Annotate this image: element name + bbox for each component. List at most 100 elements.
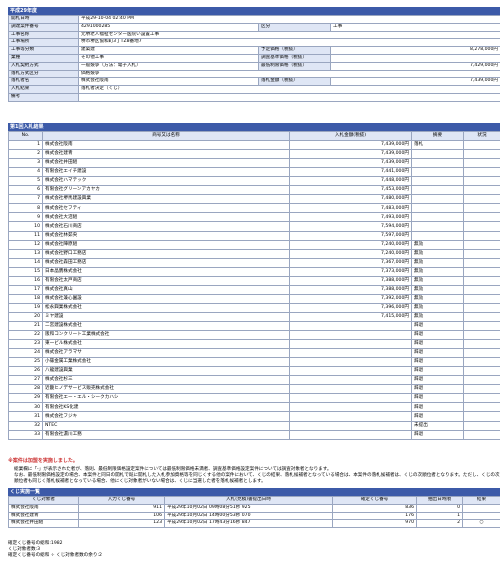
case-field-label: 業種 (8, 53, 79, 63)
case-field-label: 区分 (258, 22, 331, 32)
bid-number: 18 (8, 293, 43, 304)
bid-number: 16 (8, 275, 43, 286)
case-field-label: 調達案件番号 (8, 22, 79, 32)
bid-row: 11 株式会社林茹央 7,597,000円 (8, 230, 500, 241)
bid-row: 17 株式会社真山 7,388,000円 無効 (8, 284, 500, 295)
bid-status (463, 266, 500, 277)
case-field-value: 8,278,000円 (330, 46, 500, 55)
bid-row: 31 株式会社フジキ 辞退 (8, 411, 500, 422)
bid-row: 22 阪和コンクリート工業株式会社 辞退 (8, 330, 500, 341)
bid-status (463, 366, 500, 377)
lottery-column-header: 確定くじ番号 (332, 496, 417, 505)
lottery-row: 株式会社井田組 123 平成29年10月02日 17時43分16秒 847 970 2 ○ (8, 519, 500, 529)
bid-row: 12 株式会社陣原組 7,240,000円 無効 (8, 239, 500, 250)
bid-number: 30 (8, 402, 43, 413)
bid-status (463, 348, 500, 359)
bidder-name: 小篠金属工業株式会社 (42, 357, 290, 368)
bid-number: 1 (8, 140, 43, 151)
case-field-value: 4291000285 (78, 22, 259, 32)
bid-amount: 7,240,000円 (289, 248, 412, 259)
bid-status (463, 384, 500, 395)
bid-status (463, 330, 500, 341)
lottery-table: くじ対象者 入力くじ番号 入札(見積)書提出日時 確定くじ番号 抽出日時順 結果 株式会社… (8, 496, 500, 529)
bidder-name: 株式会社ハマテック (42, 176, 290, 187)
case-info-table: 開札日時 平成29-10-04 02:40 PM 調達案件番号 4291000285 区… (8, 15, 500, 102)
case-field-label: 落札金額（税抜） (258, 77, 331, 87)
bid-note (411, 185, 464, 196)
bid-row: 5 株式会社ハマテック 7,448,000円 (8, 176, 500, 187)
case-field-label: 工事名称 (8, 30, 79, 40)
bid-note: 無効 (411, 248, 464, 259)
bid-number: 25 (8, 357, 43, 368)
lottery-result (462, 503, 500, 513)
bid-amount (289, 375, 412, 386)
bid-number: 19 (8, 302, 43, 313)
case-info-row: 落札者名 株式会社阪南 落札金額（税抜） 7,439,000円 (8, 77, 500, 87)
case-field-value: その他工事 (78, 53, 259, 63)
bid-amount: 7,493,000円 (289, 212, 412, 223)
bid-amount: 7,240,000円 (289, 239, 412, 250)
bidder-name: 株式会社セフティ (42, 203, 290, 214)
bid-row: 23 東一ビル株式会社 辞退 (8, 339, 500, 350)
bid-note (411, 176, 464, 187)
bid-row: 2 株式会社建青 7,439,000円 (8, 149, 500, 160)
lottery-order: 2 (416, 519, 463, 529)
bidder-name: 株式会社アラマサ (42, 348, 290, 359)
case-field-value: 落札者決定（くじ） (78, 85, 500, 94)
bid-number: 33 (8, 429, 43, 440)
bidder-name: 有限会社濃川工務 (42, 429, 290, 440)
bid-row: 3 株式会社井田組 7,439,000円 (8, 158, 500, 169)
notes-block: ※案件は加盟を実施しました。 総業欄に「-」が表示された者が、落則、最低制限価格… (8, 457, 500, 486)
lottery-column-header: 抽出日時順 (416, 496, 463, 505)
bid-number: 17 (8, 284, 43, 295)
bidder-name: 有限会社太戸商店 (42, 275, 290, 286)
bid-row: 32 NTEC 未提出 (8, 420, 500, 431)
bid-note: 無効 (411, 302, 464, 313)
bidder-name: 株式会社陣原組 (42, 239, 290, 250)
case-field-value (330, 53, 500, 63)
bid-note (411, 167, 464, 178)
bid-note: 辞退 (411, 357, 464, 368)
case-info-row: 工事等分類 建築建 予定価格（税抜） 8,278,000円 (8, 46, 500, 55)
bid-amount: 7,597,000円 (289, 230, 412, 241)
bid-number: 31 (8, 411, 43, 422)
lottery-fixed-number: 970 (332, 519, 417, 529)
bid-results: 第1回入札結果 No. 商号又は名称 入札金額(税抜) 摘要 状況 1 株式会社阪南 7,4… (8, 123, 500, 440)
bid-row: 10 株式会社石川商店 7,594,000円 (8, 221, 500, 232)
bid-number: 32 (8, 420, 43, 431)
bid-amount (289, 357, 412, 368)
bidder-name: 有限会社KS化建 (42, 402, 290, 413)
lottery-order: 0 (416, 503, 463, 513)
bidder-name: 株式会社兼心園設 (42, 293, 290, 304)
bidder-name: 松永興業株式会社 (42, 302, 290, 313)
case-field-value: 元堺老人福祉センター医院い設置工事 (78, 30, 500, 40)
bid-row: 20 ミヤ建設 7,415,000円 無効 (8, 311, 500, 322)
bid-note: 辞退 (411, 393, 464, 404)
bidder-name: 株式会社林茹央 (42, 230, 290, 241)
bid-amount: 7,392,000円 (289, 293, 412, 304)
lottery-row: 株式会社建青 106 平成29年10月02日 14時00分53秒 070 176 1 (8, 511, 500, 521)
bid-status (463, 167, 500, 178)
bid-row: 15 日本晶贋株式会社 7,373,000円 無効 (8, 266, 500, 277)
bid-number: 10 (8, 221, 43, 232)
bid-status (463, 230, 500, 241)
case-field-value: 7,439,000円 (330, 77, 500, 87)
bidder-name: 有限会社エイチ建設 (42, 167, 290, 178)
bid-amount: 7,480,000円 (289, 194, 412, 205)
lottery-order: 1 (416, 511, 463, 521)
case-info-row: 入札契約方式 一般競争（方法：電子入札） 最低制限価格（税抜） 7,429,000円 (8, 61, 500, 71)
bid-amount: 7,594,000円 (289, 221, 412, 232)
bid-status (463, 402, 500, 413)
bid-number: 11 (8, 230, 43, 241)
bid-row: 33 有限会社濃川工務 辞退 (8, 429, 500, 440)
bid-row: 21 二宮建設株式会社 辞退 (8, 320, 500, 332)
bid-status (463, 185, 500, 196)
bid-row: 1 株式会社阪南 7,439,000円 落札 (8, 140, 500, 151)
case-info-row: 落札方式区分 価格競争 (8, 69, 500, 79)
case-field-value: 工事 (330, 22, 500, 32)
lottery-column-header: 入札(見積)書提出日時 (164, 496, 333, 505)
case-field-label: 工事場所 (8, 38, 79, 48)
bid-status (463, 302, 500, 313)
case-field-value: 7,429,000円 (330, 61, 500, 71)
bid-row: 6 有限会社グリーンアカヤカ 7,453,000円 (8, 185, 500, 196)
